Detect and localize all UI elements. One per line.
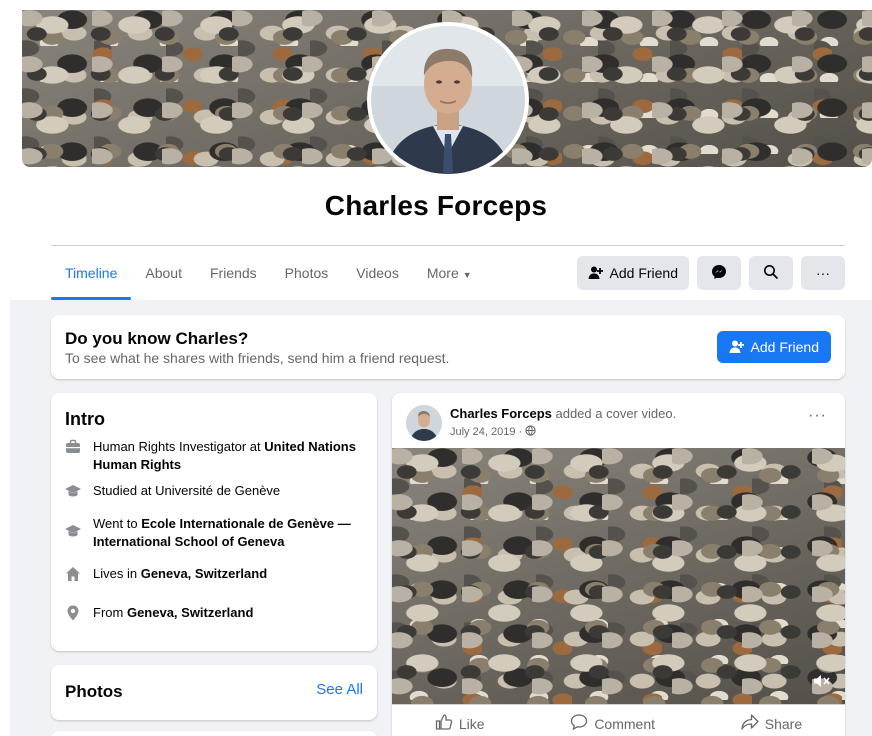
prompt-title: Do you know Charles? bbox=[65, 329, 249, 348]
tab-label: Videos bbox=[356, 265, 399, 281]
share-icon bbox=[741, 713, 759, 734]
cover-video[interactable] bbox=[392, 448, 845, 704]
tab-label: Timeline bbox=[65, 265, 118, 281]
see-all-link[interactable]: See All bbox=[316, 681, 363, 698]
tab-friends[interactable]: Friends bbox=[196, 256, 271, 300]
post-author-avatar[interactable] bbox=[406, 405, 442, 441]
tab-more[interactable]: More ▼ bbox=[413, 256, 486, 300]
comment-icon bbox=[570, 713, 588, 734]
tab-label: More bbox=[426, 265, 459, 281]
post-actions: Like Comment Share bbox=[392, 704, 845, 736]
comment-label: Comment bbox=[594, 715, 655, 732]
more-options-button[interactable]: ··· bbox=[801, 256, 845, 290]
add-friend-primary-button[interactable]: Add Friend bbox=[716, 331, 831, 363]
prompt-subtitle: To see what he shares with friends, send… bbox=[65, 350, 450, 366]
like-button[interactable]: Like bbox=[435, 713, 485, 734]
post-options-button[interactable]: ··· bbox=[808, 407, 827, 425]
post-author-name[interactable]: Charles Forceps bbox=[450, 406, 552, 421]
caret-down-icon: ▼ bbox=[462, 270, 472, 280]
tab-timeline[interactable]: Timeline bbox=[51, 256, 132, 300]
intro-item-text: Studied at Université de Genève bbox=[93, 482, 280, 500]
avatar-image bbox=[406, 405, 442, 441]
profile-tabs: Timeline About Friends Photos Videos Mor… bbox=[51, 256, 486, 300]
add-friend-label: Add Friend bbox=[609, 265, 678, 281]
intro-item-strong[interactable]: Université de Genève bbox=[155, 483, 280, 498]
comment-button[interactable]: Comment bbox=[570, 713, 655, 734]
search-icon bbox=[763, 264, 779, 283]
tab-photos[interactable]: Photos bbox=[271, 256, 343, 300]
photos-title: Photos bbox=[65, 682, 123, 701]
post-headline: Charles Forceps added a cover video. bbox=[450, 406, 676, 421]
add-friend-label: Add Friend bbox=[750, 339, 819, 355]
profile-photo-image bbox=[371, 26, 525, 174]
profile-picture[interactable] bbox=[367, 22, 529, 178]
intro-item-education: Studied at Université de Genève bbox=[65, 482, 365, 515]
friend-request-prompt: Do you know Charles? To see what he shar… bbox=[51, 315, 845, 379]
intro-item-prefix: Studied at bbox=[93, 483, 156, 498]
graduation-cap-icon bbox=[65, 483, 81, 499]
intro-card: Intro Human Rights Investigator at Unite… bbox=[51, 393, 377, 651]
intro-list: Human Rights Investigator at United Nati… bbox=[65, 438, 365, 634]
graduation-cap-icon bbox=[65, 523, 81, 539]
add-friend-icon bbox=[729, 339, 745, 355]
intro-item-text: From Geneva, Switzerland bbox=[93, 604, 253, 622]
tab-label: Photos bbox=[284, 265, 329, 281]
briefcase-icon bbox=[65, 439, 81, 455]
intro-item-prefix: From bbox=[93, 605, 127, 620]
intro-title: Intro bbox=[65, 409, 105, 429]
post-date[interactable]: July 24, 2019 · bbox=[450, 426, 522, 438]
intro-item-strong[interactable]: Geneva, Switzerland bbox=[127, 605, 253, 620]
globe-icon bbox=[525, 425, 536, 439]
search-button[interactable] bbox=[749, 256, 793, 290]
intro-item-prefix: Went to bbox=[93, 516, 142, 531]
add-friend-button[interactable]: Add Friend bbox=[576, 256, 689, 290]
tab-label: Friends bbox=[209, 265, 257, 281]
photos-card: Photos See All bbox=[51, 665, 377, 720]
intro-item-prefix: Human Rights Investigator at bbox=[93, 439, 265, 454]
intro-item-strong[interactable]: Geneva, Switzerland bbox=[141, 566, 267, 581]
profile-name: Charles Forceps bbox=[324, 190, 548, 221]
more-dots-icon: ··· bbox=[816, 265, 830, 281]
add-friend-icon bbox=[588, 265, 604, 281]
tab-videos[interactable]: Videos bbox=[342, 256, 413, 300]
mute-icon[interactable] bbox=[813, 673, 831, 692]
post-card: Charles Forceps added a cover video. Jul… bbox=[392, 393, 845, 736]
like-label: Like bbox=[458, 715, 485, 732]
next-card bbox=[51, 731, 377, 736]
portrait-image bbox=[371, 26, 525, 174]
intro-item-text: Human Rights Investigator at United Nati… bbox=[93, 438, 365, 474]
intro-item-text: Lives in Geneva, Switzerland bbox=[93, 565, 267, 583]
share-label: Share bbox=[764, 715, 803, 732]
home-icon bbox=[65, 566, 81, 582]
intro-item-text: Went to Ecole Internationale de Genève —… bbox=[93, 515, 365, 551]
intro-item-school: Went to Ecole Internationale de Genève —… bbox=[65, 515, 365, 565]
messenger-icon bbox=[711, 264, 727, 283]
header-actions: Add Friend ··· bbox=[576, 256, 845, 290]
intro-item-work: Human Rights Investigator at United Nati… bbox=[65, 438, 365, 482]
location-pin-icon bbox=[65, 605, 81, 621]
header-divider bbox=[51, 245, 845, 246]
intro-item-from: From Geneva, Switzerland bbox=[65, 604, 365, 634]
post-action-text: added a cover video. bbox=[551, 406, 677, 421]
tab-about[interactable]: About bbox=[131, 256, 196, 300]
intro-item-prefix: Lives in bbox=[93, 566, 141, 581]
share-button[interactable]: Share bbox=[741, 713, 802, 734]
messenger-button[interactable] bbox=[697, 256, 741, 290]
intro-item-lives: Lives in Geneva, Switzerland bbox=[65, 565, 365, 604]
tab-label: About bbox=[145, 265, 182, 281]
post-meta: July 24, 2019 · bbox=[450, 425, 536, 439]
thumbs-up-icon bbox=[435, 713, 453, 734]
